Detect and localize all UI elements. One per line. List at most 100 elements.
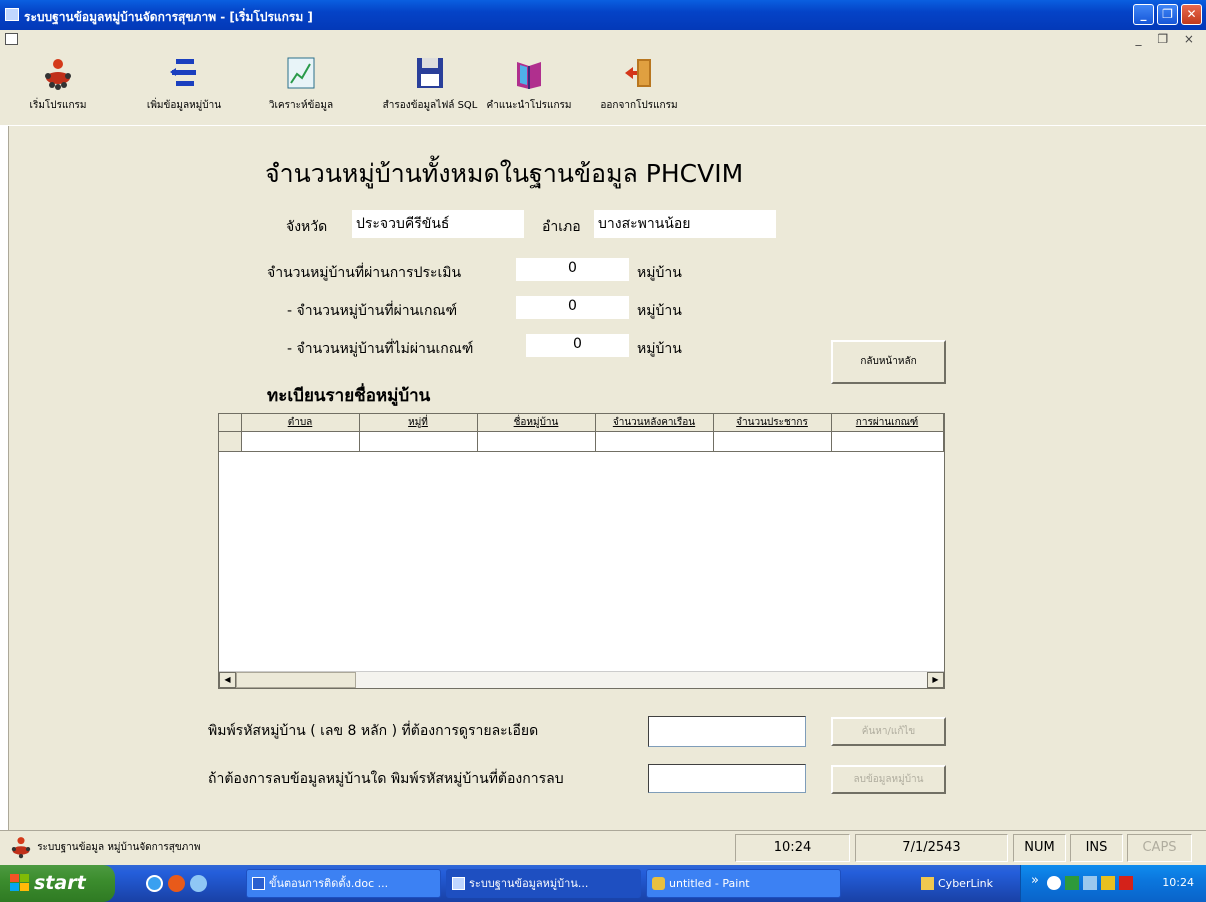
table-cell[interactable] <box>595 431 714 452</box>
back-arrow-icon[interactable] <box>1047 876 1061 890</box>
column-header[interactable]: หมู่ที่ <box>359 414 478 432</box>
column-header[interactable]: จำนวนประชากร <box>713 414 832 432</box>
toolbar: เริ่มโปรแกรม เพิ่มข้อมูลหมู่บ้าน วิเคราะ… <box>0 50 1206 126</box>
horizontal-scrollbar[interactable]: ◀ ▶ <box>219 671 944 688</box>
toolbar-label: เพิ่มข้อมูลหมู่บ้าน <box>146 100 222 111</box>
village-table: ตำบล หมู่ที่ ชื่อหมู่บ้าน จำนวนหลังคาเรื… <box>219 414 944 452</box>
toolbar-backup-sql[interactable]: สำรองข้อมูลไฟล์ SQL <box>380 56 480 113</box>
row-selector[interactable] <box>219 431 242 452</box>
people-round-table-icon <box>45 59 71 90</box>
main-form: จำนวนหมู่บ้านทั้งหมดในฐานข้อมูล PHCVIM จ… <box>8 126 1206 830</box>
delete-label: ถ้าต้องการลบข้อมูลหมู่บ้านใด พิมพ์รหัสหม… <box>208 771 564 787</box>
table-cell[interactable] <box>359 431 478 452</box>
status-num: NUM <box>1013 834 1066 862</box>
status-text: ระบบฐานข้อมูล หมู่บ้านจัดการสุขภาพ <box>8 834 200 862</box>
column-header[interactable]: จำนวนหลังคาเรือน <box>595 414 714 432</box>
windows-logo-icon <box>10 874 29 891</box>
task-word-doc[interactable]: ขั้นตอนการติดตั้ง.doc ... <box>246 869 441 898</box>
assessed-count: 0 <box>516 258 629 281</box>
folder-label: CyberLink <box>938 877 993 890</box>
toolbar-label: สำรองข้อมูลไฟล์ SQL <box>382 100 478 111</box>
unit-label: หมู่บ้าน <box>637 265 682 281</box>
app-window-icon <box>452 877 465 890</box>
table-cell[interactable] <box>477 431 596 452</box>
status-date: 7/1/2543 <box>855 834 1008 862</box>
antivirus-icon[interactable] <box>1119 876 1133 890</box>
table-cell[interactable] <box>831 431 944 452</box>
province-label: จังหวัด <box>286 219 328 235</box>
tray-chevron-icon[interactable]: » <box>1031 873 1039 888</box>
search-edit-button[interactable]: ค้นหา/แก้ไข <box>831 717 946 746</box>
internet-explorer-icon[interactable] <box>146 875 163 892</box>
task-paint[interactable]: untitled - Paint <box>646 869 841 898</box>
village-code-delete-input[interactable] <box>648 764 806 793</box>
app-icon[interactable] <box>5 8 19 21</box>
toolbar-label: คำแนะนำโปรแกรม <box>486 100 572 111</box>
folder-toolbar-cyberlink[interactable]: CyberLink <box>915 869 1013 898</box>
paint-icon <box>652 877 665 890</box>
tray-app-icon[interactable] <box>1065 876 1079 890</box>
table-cell[interactable] <box>241 431 360 452</box>
column-header[interactable]: การผ่านเกณฑ์ <box>831 414 944 432</box>
book-icon <box>517 62 541 89</box>
mdi-window-icon[interactable] <box>5 33 18 45</box>
toolbar-label: เริ่มโปรแกรม <box>29 100 87 111</box>
status-caps: CAPS <box>1127 834 1192 862</box>
failed-count: 0 <box>526 334 629 357</box>
task-label: untitled - Paint <box>669 877 750 890</box>
grid-header-row: ตำบล หมู่ที่ ชื่อหมู่บ้าน จำนวนหลังคาเรื… <box>219 414 944 432</box>
add-arrows-icon <box>170 59 196 86</box>
status-bar: ระบบฐานข้อมูล หมู่บ้านจัดการสุขภาพ 10:24… <box>0 830 1206 865</box>
exit-door-icon <box>625 59 651 87</box>
table-row[interactable] <box>219 431 944 452</box>
word-doc-icon <box>252 877 265 890</box>
taskbar: start ขั้นตอนการติดตั้ง.doc ... ระบบฐานข… <box>0 865 1206 902</box>
search-label: พิมพ์รหัสหมู่บ้าน ( เลข 8 หลัก ) ที่ต้อง… <box>208 723 539 739</box>
task-label: ขั้นตอนการติดตั้ง.doc ... <box>269 877 389 890</box>
village-grid[interactable]: ตำบล หมู่ที่ ชื่อหมู่บ้าน จำนวนหลังคาเรื… <box>218 413 945 689</box>
mdi-bar: _ ❐ × <box>0 30 1206 50</box>
scroll-left-arrow[interactable]: ◀ <box>219 672 236 688</box>
delete-village-button[interactable]: ลบข้อมูลหมู่บ้าน <box>831 765 946 794</box>
column-header[interactable]: ชื่อหมู่บ้าน <box>477 414 596 432</box>
chart-icon <box>287 57 315 89</box>
column-header[interactable]: ตำบล <box>241 414 360 432</box>
people-round-table-icon <box>11 837 31 859</box>
start-label: start <box>34 872 86 894</box>
close-button[interactable]: ✕ <box>1181 4 1202 25</box>
page-title: จำนวนหมู่บ้านทั้งหมดในฐานข้อมูล PHCVIM <box>265 159 744 188</box>
village-code-search-input[interactable] <box>648 716 806 747</box>
toolbar-analyze[interactable]: วิเคราะห์ข้อมูล <box>258 56 344 113</box>
start-button[interactable]: start <box>0 865 115 902</box>
toolbar-exit[interactable]: ออกจากโปรแกรม <box>594 56 684 113</box>
minimize-button[interactable]: _ <box>1133 4 1154 25</box>
task-label: ระบบฐานข้อมูลหมู่บ้าน... <box>469 877 589 890</box>
folder-icon <box>921 877 934 890</box>
scroll-thumb[interactable] <box>236 672 356 688</box>
mdi-window-controls[interactable]: _ ❐ × <box>1136 32 1200 46</box>
assessed-label: จำนวนหมู่บ้านที่ผ่านการประเมิน <box>267 265 462 281</box>
media-icon[interactable] <box>190 875 207 892</box>
maximize-button[interactable]: ❐ <box>1157 4 1178 25</box>
back-to-main-button[interactable]: กลับหน้าหลัก <box>831 340 946 384</box>
toolbar-label: วิเคราะห์ข้อมูล <box>268 100 334 111</box>
grid-corner <box>219 414 242 432</box>
table-cell[interactable] <box>713 431 832 452</box>
firefox-icon[interactable] <box>168 875 185 892</box>
passed-count: 0 <box>516 296 629 319</box>
failed-label: - จำนวนหมู่บ้านที่ไม่ผ่านเกณฑ์ <box>287 341 474 357</box>
toolbar-label: ออกจากโปรแกรม <box>600 100 678 111</box>
window-title: ระบบฐานข้อมูลหมู่บ้านจัดการสุขภาพ - [เริ… <box>24 10 313 24</box>
title-bar: ระบบฐานข้อมูลหมู่บ้านจัดการสุขภาพ - [เริ… <box>0 0 1206 30</box>
task-village-db[interactable]: ระบบฐานข้อมูลหมู่บ้าน... <box>446 869 641 898</box>
speaker-icon[interactable] <box>1101 876 1115 890</box>
toolbar-add-village[interactable]: เพิ่มข้อมูลหมู่บ้าน <box>134 56 234 113</box>
toolbar-start-program[interactable]: เริ่มโปรแกรม <box>14 56 102 113</box>
province-value: ประจวบคีรีขันธ์ <box>352 210 524 238</box>
scroll-right-arrow[interactable]: ▶ <box>927 672 944 688</box>
status-ins: INS <box>1070 834 1123 862</box>
floppy-disk-icon <box>417 58 443 88</box>
toolbar-help[interactable]: คำแนะนำโปรแกรม <box>484 56 574 113</box>
system-tray: » 10:24 <box>1020 865 1206 902</box>
network-icon[interactable] <box>1083 876 1097 890</box>
